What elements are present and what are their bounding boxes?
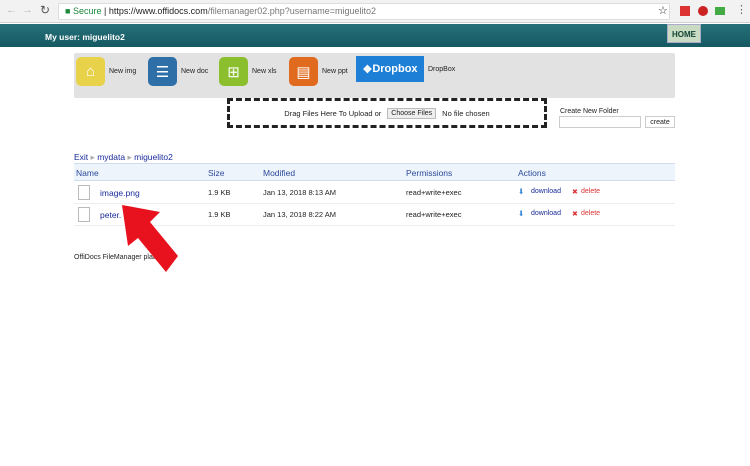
- red-arrow-annotation: [122, 205, 178, 272]
- arrow-icon: [122, 205, 178, 272]
